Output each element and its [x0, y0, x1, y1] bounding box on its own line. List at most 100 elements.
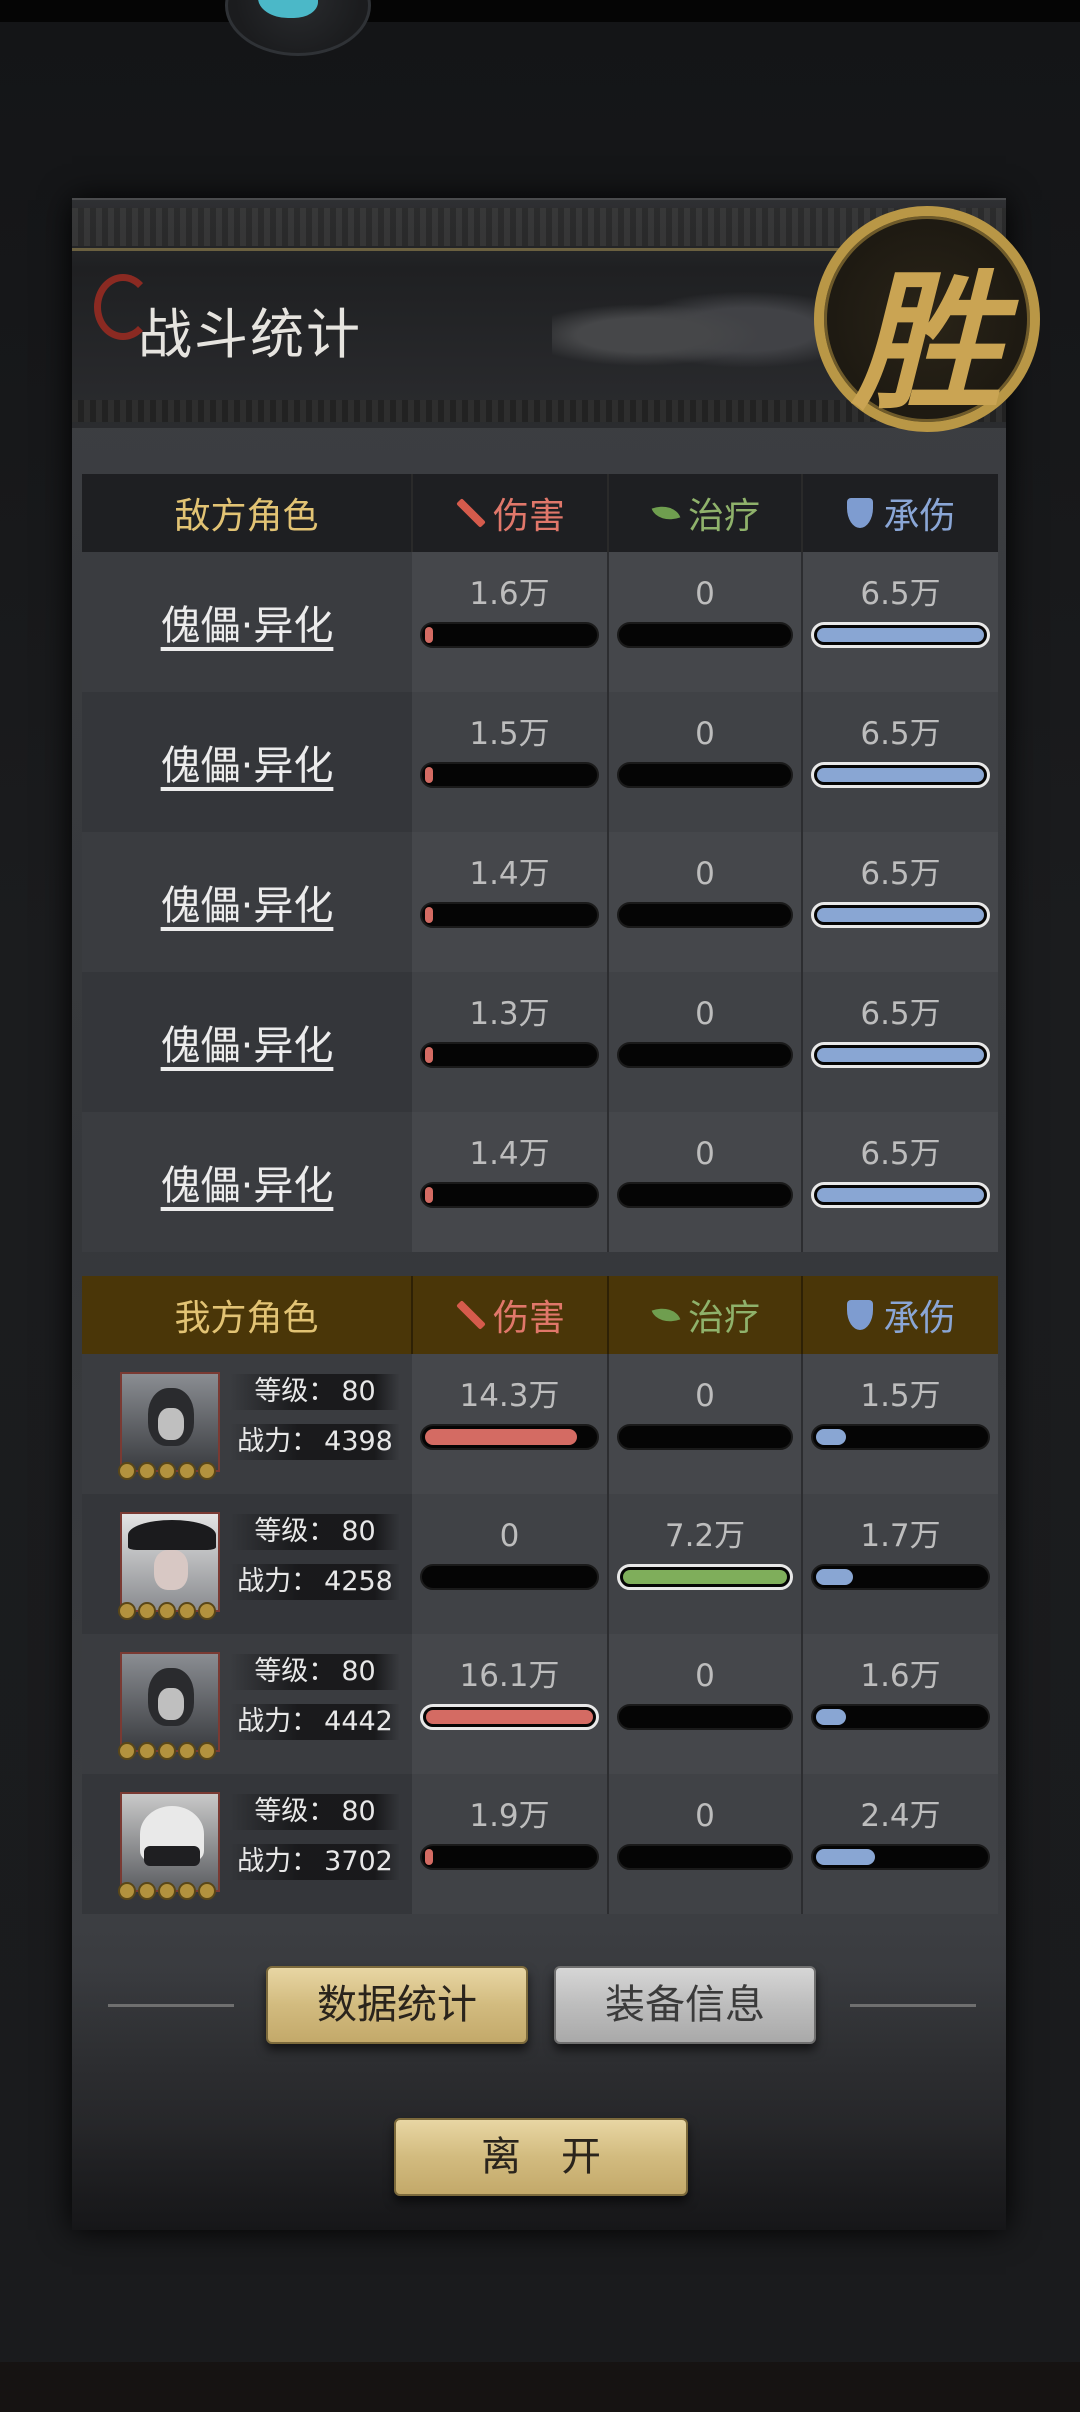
tank-bar-fill [816, 1569, 854, 1585]
leave-button[interactable]: 离 开 [394, 2118, 688, 2196]
hero-level: 等级： 80 [230, 1794, 400, 1830]
damage-value: 1.4万 [469, 1136, 550, 1172]
tank-bar [811, 1704, 990, 1730]
damage-bar [420, 1704, 599, 1730]
victory-seal: 胜 [814, 206, 1040, 432]
cloud-ornament-icon [552, 280, 852, 390]
ally-role-header: 我方角色 [82, 1276, 412, 1354]
enemy-stats-table: 敌方角色 伤害 治疗 承伤 傀儡·异化 1.6万 0 6.5万 傀儡·异化 1.… [82, 474, 998, 1252]
tank-bar-fill [816, 1709, 847, 1725]
damage-bar [420, 1564, 599, 1590]
page-title: 战斗统计 [138, 303, 362, 366]
tank-bar [811, 1844, 990, 1870]
damage-value: 16.1万 [459, 1658, 560, 1694]
ally-header-row: 我方角色 伤害 治疗 承伤 [82, 1276, 998, 1354]
tank-bar-fill [817, 908, 984, 922]
leaf-icon [650, 1300, 680, 1330]
damage-value: 1.3万 [469, 996, 550, 1032]
table-row: 傀儡·异化 1.4万 0 6.5万 [82, 1112, 998, 1252]
damage-bar [420, 902, 599, 928]
tank-bar-fill [816, 1849, 876, 1865]
damage-header: 伤害 [492, 496, 565, 537]
tank-value: 6.5万 [860, 576, 941, 612]
heal-bar [617, 1182, 793, 1208]
tank-bar [811, 1182, 990, 1208]
data-stats-button[interactable]: 数据统计 [266, 1966, 528, 2044]
heal-bar [617, 1564, 793, 1590]
tank-bar-fill [817, 1048, 984, 1062]
tank-bar [811, 622, 990, 648]
tank-header: 承伤 [883, 1298, 956, 1339]
tank-bar-fill [817, 628, 984, 642]
star-rating [118, 1882, 216, 1900]
heal-value: 0 [695, 1658, 715, 1694]
damage-bar-fill [425, 1429, 578, 1445]
star-rating [118, 1602, 216, 1620]
bottom-bar [0, 2362, 1080, 2412]
damage-value: 1.4万 [469, 856, 550, 892]
enemy-name-link[interactable]: 傀儡·异化 [161, 743, 334, 789]
tank-value: 1.7万 [860, 1518, 941, 1554]
heal-header: 治疗 [687, 1298, 760, 1339]
enemy-name-link[interactable]: 傀儡·异化 [161, 883, 334, 929]
damage-bar-fill [425, 1849, 434, 1865]
enemy-name-link[interactable]: 傀儡·异化 [161, 1023, 334, 1069]
hero-portrait[interactable] [118, 1372, 220, 1480]
enemy-name-link[interactable]: 傀儡·异化 [161, 603, 334, 649]
hero-power: 战力： 4442 [230, 1704, 400, 1740]
table-row: 傀儡·异化 1.5万 0 6.5万 [82, 692, 998, 832]
damage-bar-fill [426, 1710, 593, 1724]
damage-value: 1.5万 [469, 716, 550, 752]
star-rating [118, 1462, 216, 1480]
damage-header: 伤害 [492, 1298, 565, 1339]
heal-value: 7.2万 [664, 1518, 746, 1554]
tank-value: 6.5万 [860, 856, 941, 892]
heal-value: 0 [695, 1136, 715, 1172]
status-bar [0, 0, 1080, 22]
table-row: 等级： 80 战力： 3702 1.9万 0 2.4万 [82, 1774, 998, 1914]
heal-bar [617, 1704, 793, 1730]
heal-bar-fill [623, 1570, 787, 1584]
tank-bar [811, 1424, 990, 1450]
damage-value: 0 [499, 1518, 520, 1554]
heal-bar [617, 762, 793, 788]
enemy-name-link[interactable]: 傀儡·异化 [161, 1163, 334, 1209]
tank-bar-fill [817, 768, 984, 782]
table-row: 等级： 80 战力： 4258 0 7.2万 1.7万 [82, 1494, 998, 1634]
tank-bar [811, 762, 990, 788]
tank-bar-fill [817, 1188, 984, 1202]
heal-bar [617, 1042, 793, 1068]
tank-value: 1.5万 [860, 1378, 941, 1414]
tank-bar-fill [816, 1429, 847, 1445]
hero-portrait[interactable] [118, 1512, 220, 1620]
victory-seal-text: 胜 [851, 255, 1002, 431]
table-row: 傀儡·异化 1.3万 0 6.5万 [82, 972, 998, 1112]
damage-bar-fill [425, 1047, 433, 1063]
ally-stats-table: 我方角色 伤害 治疗 承伤 等级： 80 战力： 4398 14.3万 0 1.5万… [82, 1276, 998, 1914]
damage-bar [420, 1424, 599, 1450]
tank-value: 6.5万 [860, 996, 941, 1032]
leaf-icon [650, 498, 680, 528]
equipment-info-button[interactable]: 装备信息 [554, 1966, 816, 2044]
damage-bar [420, 1182, 599, 1208]
tank-value: 1.6万 [860, 1658, 941, 1694]
table-row: 傀儡·异化 1.4万 0 6.5万 [82, 832, 998, 972]
damage-bar [420, 1844, 599, 1870]
tank-value: 6.5万 [860, 716, 941, 752]
sword-icon [455, 498, 485, 528]
hero-portrait[interactable] [118, 1792, 220, 1900]
divider-left [108, 2004, 234, 2007]
heal-header: 治疗 [687, 496, 760, 537]
hero-portrait[interactable] [118, 1652, 220, 1760]
heal-value: 0 [695, 1798, 715, 1834]
hero-power: 战力： 4258 [230, 1564, 400, 1600]
heal-bar [617, 622, 793, 648]
tank-bar [811, 1564, 990, 1590]
heal-value: 0 [695, 716, 715, 752]
heal-value: 0 [695, 856, 715, 892]
table-row: 等级： 80 战力： 4398 14.3万 0 1.5万 [82, 1354, 998, 1494]
damage-bar-fill [425, 907, 433, 923]
sword-icon [455, 1300, 485, 1330]
damage-bar-fill [425, 1187, 433, 1203]
damage-bar [420, 622, 599, 648]
